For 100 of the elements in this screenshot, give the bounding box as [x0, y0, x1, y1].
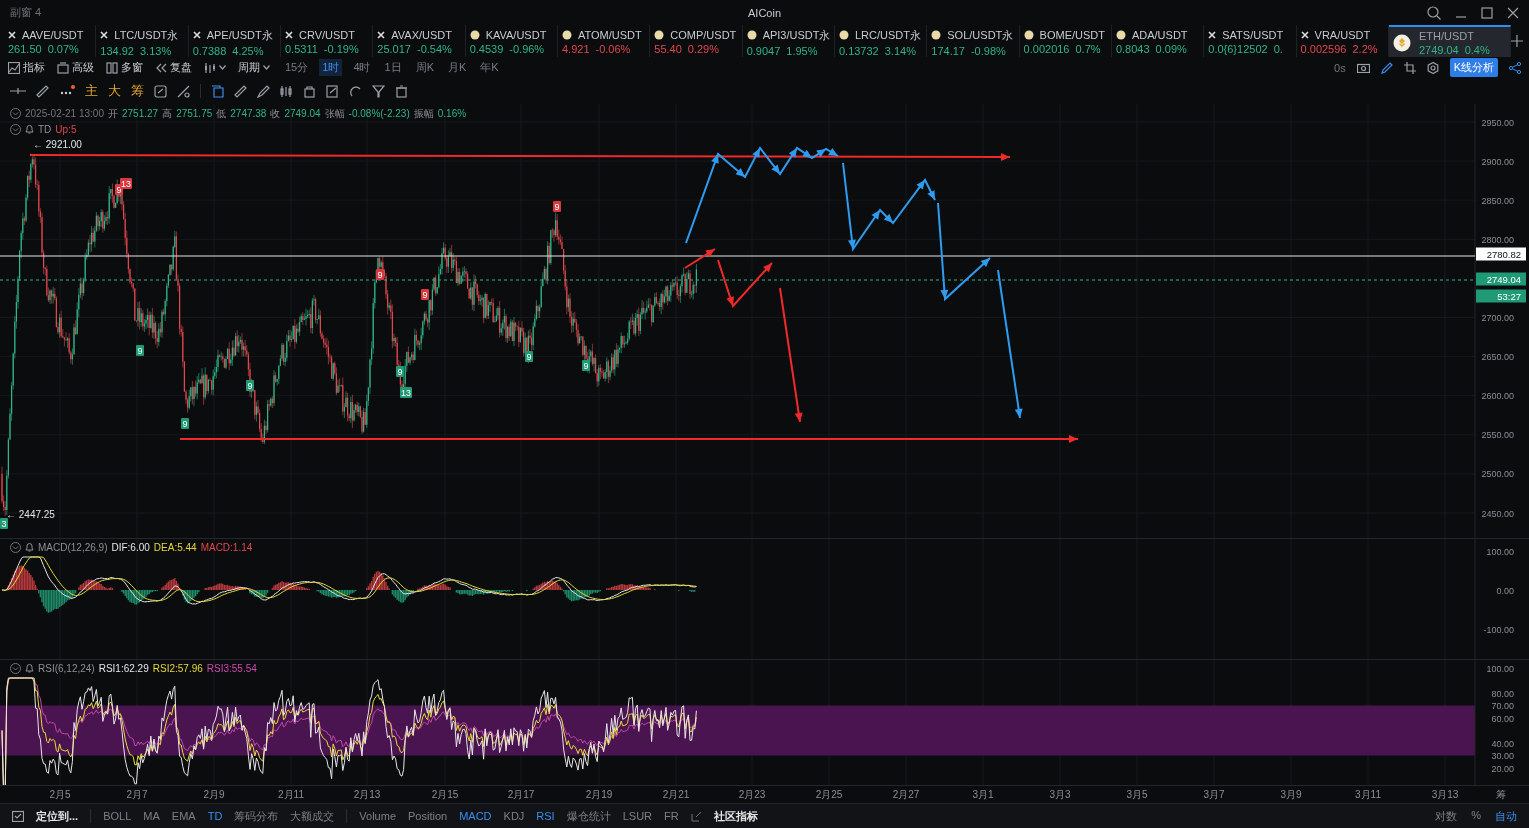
- interval-tab[interactable]: 月K: [444, 59, 470, 77]
- coin-icon: [746, 30, 757, 41]
- scale-option[interactable]: 自动: [1495, 808, 1517, 824]
- ticker-symbol: AVAX/USDT: [391, 29, 453, 42]
- note-icon[interactable]: [326, 84, 339, 98]
- interval-tab[interactable]: 1日: [381, 59, 405, 77]
- ticker-change: -0.06%: [595, 43, 631, 56]
- ticker-symbol: ETH/USDT: [1418, 30, 1475, 43]
- ticker-tab[interactable]: AVAX/USDT 25.017 -0.54%: [373, 25, 466, 57]
- ticker-tab[interactable]: AAVE/USDT 261.50 0.07%: [4, 25, 97, 57]
- interval-tab[interactable]: 1时: [319, 59, 343, 77]
- ticker-tab[interactable]: ATOM/USDT 4.921 -0.06%: [557, 25, 651, 57]
- copy-icon[interactable]: [211, 84, 224, 98]
- chip-toggle[interactable]: 筹: [1496, 788, 1506, 800]
- settings-icon[interactable]: [1426, 61, 1439, 74]
- overlay-toggle[interactable]: 筹: [131, 82, 144, 101]
- toolbar-button[interactable]: 多窗: [106, 60, 143, 76]
- ticker-price: 2749.04: [1418, 44, 1459, 57]
- indicator-tab[interactable]: 大额成交: [290, 808, 335, 824]
- date-axis-label: 3月1: [972, 788, 994, 800]
- filter-icon[interactable]: [372, 84, 385, 98]
- rsi3-value: RSI3:55.54: [206, 662, 257, 674]
- ticker-tab[interactable]: APE/USDT永 0.7388 4.25%: [188, 25, 281, 57]
- cross-icon: [1300, 31, 1309, 40]
- indicator-tab[interactable]: BOLL: [103, 810, 132, 823]
- bell-icon[interactable]: [25, 124, 34, 135]
- line-tool-icon[interactable]: [177, 84, 190, 98]
- delete-icon[interactable]: [395, 84, 408, 98]
- ticker-tab[interactable]: SOL/USDT永 174.17 -0.98%: [927, 25, 1020, 57]
- indicator-tab[interactable]: 爆仓统计: [566, 808, 611, 824]
- indicator-tab[interactable]: EMA: [171, 810, 196, 823]
- indicator-tab[interactable]: RSI: [536, 810, 555, 823]
- ticker-tab[interactable]: BOME/USDT 0.002016 0.7%: [1019, 25, 1112, 57]
- ticker-tab[interactable]: ADA/USDT 0.8043 0.09%: [1111, 25, 1205, 57]
- period-dropdown[interactable]: 周期: [238, 60, 270, 76]
- ticker-tab[interactable]: COMP/USDT 55.40 0.29%: [650, 25, 743, 57]
- date-axis-label: 3月3: [1049, 788, 1071, 800]
- bell-icon[interactable]: [25, 542, 34, 553]
- app-name: AICoin: [748, 6, 781, 19]
- chart-type-dropdown[interactable]: [204, 61, 226, 74]
- bars-icon[interactable]: [280, 84, 293, 98]
- overlay-toggle[interactable]: 主: [85, 82, 98, 101]
- ticker-tab[interactable]: LTC/USDT永 134.92 3.13%: [96, 25, 189, 57]
- td-count-marker: 13: [400, 386, 412, 398]
- ticker-tab[interactable]: ETH/USDT 2749.04 0.4%: [1388, 25, 1512, 57]
- ticker-tab[interactable]: KAVA/USDT 0.4539 -0.96%: [465, 25, 558, 57]
- rsi-axis-label: 80.00: [1491, 688, 1514, 699]
- search-icon[interactable]: [1427, 5, 1441, 20]
- edit-icon[interactable]: [690, 810, 702, 822]
- indicator-tab[interactable]: 筹码分布: [234, 808, 279, 824]
- ohlc-value: 2751.75: [176, 108, 213, 120]
- collapse-icon[interactable]: [10, 108, 21, 120]
- camera-icon[interactable]: [1356, 62, 1370, 74]
- indicator-name: TD: [38, 123, 52, 135]
- ticker-tab[interactable]: CRV/USDT 0.5311 -0.19%: [281, 25, 374, 57]
- indicator-tab[interactable]: Position: [408, 810, 448, 823]
- indicator-tab[interactable]: MACD: [459, 810, 492, 823]
- ruler-icon[interactable]: [234, 84, 247, 98]
- indicator-tab[interactable]: FR: [664, 810, 679, 823]
- scale-option[interactable]: %: [1471, 808, 1481, 824]
- toolbar-button[interactable]: 复盘: [155, 60, 192, 76]
- indicator-tab[interactable]: MA: [143, 810, 160, 823]
- kline-analysis-button[interactable]: K线分析: [1449, 58, 1498, 78]
- td-count-marker: 9: [396, 365, 404, 377]
- share-icon[interactable]: [1509, 61, 1521, 74]
- td-count-marker: 13: [120, 177, 132, 189]
- interval-tab[interactable]: 周K: [412, 59, 437, 77]
- date-axis-label: 2月7: [126, 788, 148, 800]
- indicator-tab[interactable]: TD: [207, 810, 223, 823]
- community-indicators-link[interactable]: 社区指标: [713, 808, 758, 824]
- overlay-toggle[interactable]: 大: [108, 82, 121, 101]
- maximize-icon[interactable]: [1481, 6, 1493, 19]
- toolbar-button[interactable]: 指标: [8, 60, 45, 76]
- checklist-icon[interactable]: [12, 810, 24, 823]
- indicator-tab[interactable]: KDJ: [503, 810, 525, 823]
- collapse-icon[interactable]: [10, 541, 21, 553]
- ruler-icon[interactable]: [36, 84, 49, 98]
- ticker-tab[interactable]: LRC/USDT永 0.13732 3.14%: [834, 25, 928, 57]
- ticker-tab[interactable]: SATS/USDT 0.0{6}12502 0.: [1204, 25, 1297, 57]
- td-count-marker: 9: [181, 417, 189, 429]
- collapse-icon[interactable]: [10, 662, 21, 674]
- ticker-tab[interactable]: VRA/USDT 0.002596 2.2%: [1296, 25, 1389, 57]
- scale-option[interactable]: 对数: [1435, 808, 1458, 824]
- collapse-icon[interactable]: [10, 123, 21, 135]
- indicator-tab[interactable]: Volume: [359, 810, 397, 823]
- close-icon[interactable]: [1507, 6, 1519, 19]
- macd-value: MACD:1.14: [200, 541, 253, 553]
- crop-icon[interactable]: [1403, 61, 1416, 74]
- interval-tab[interactable]: 4时: [350, 59, 374, 77]
- locate-button[interactable]: 定位到...: [36, 808, 79, 824]
- interval-tab[interactable]: 15分: [282, 59, 312, 77]
- brush-icon[interactable]: [257, 84, 270, 98]
- indicator-tab[interactable]: LSUR: [622, 810, 653, 823]
- toolbar-button[interactable]: 高级: [57, 60, 94, 76]
- add-icon[interactable]: [1511, 35, 1523, 48]
- pen-icon[interactable]: [1380, 61, 1393, 74]
- ticker-tab[interactable]: API3/USDT永 0.9047 1.95%: [742, 25, 835, 57]
- interval-tab[interactable]: 年K: [477, 59, 502, 77]
- bell-icon[interactable]: [25, 663, 34, 674]
- ticker-symbol: AAVE/USDT: [22, 29, 84, 42]
